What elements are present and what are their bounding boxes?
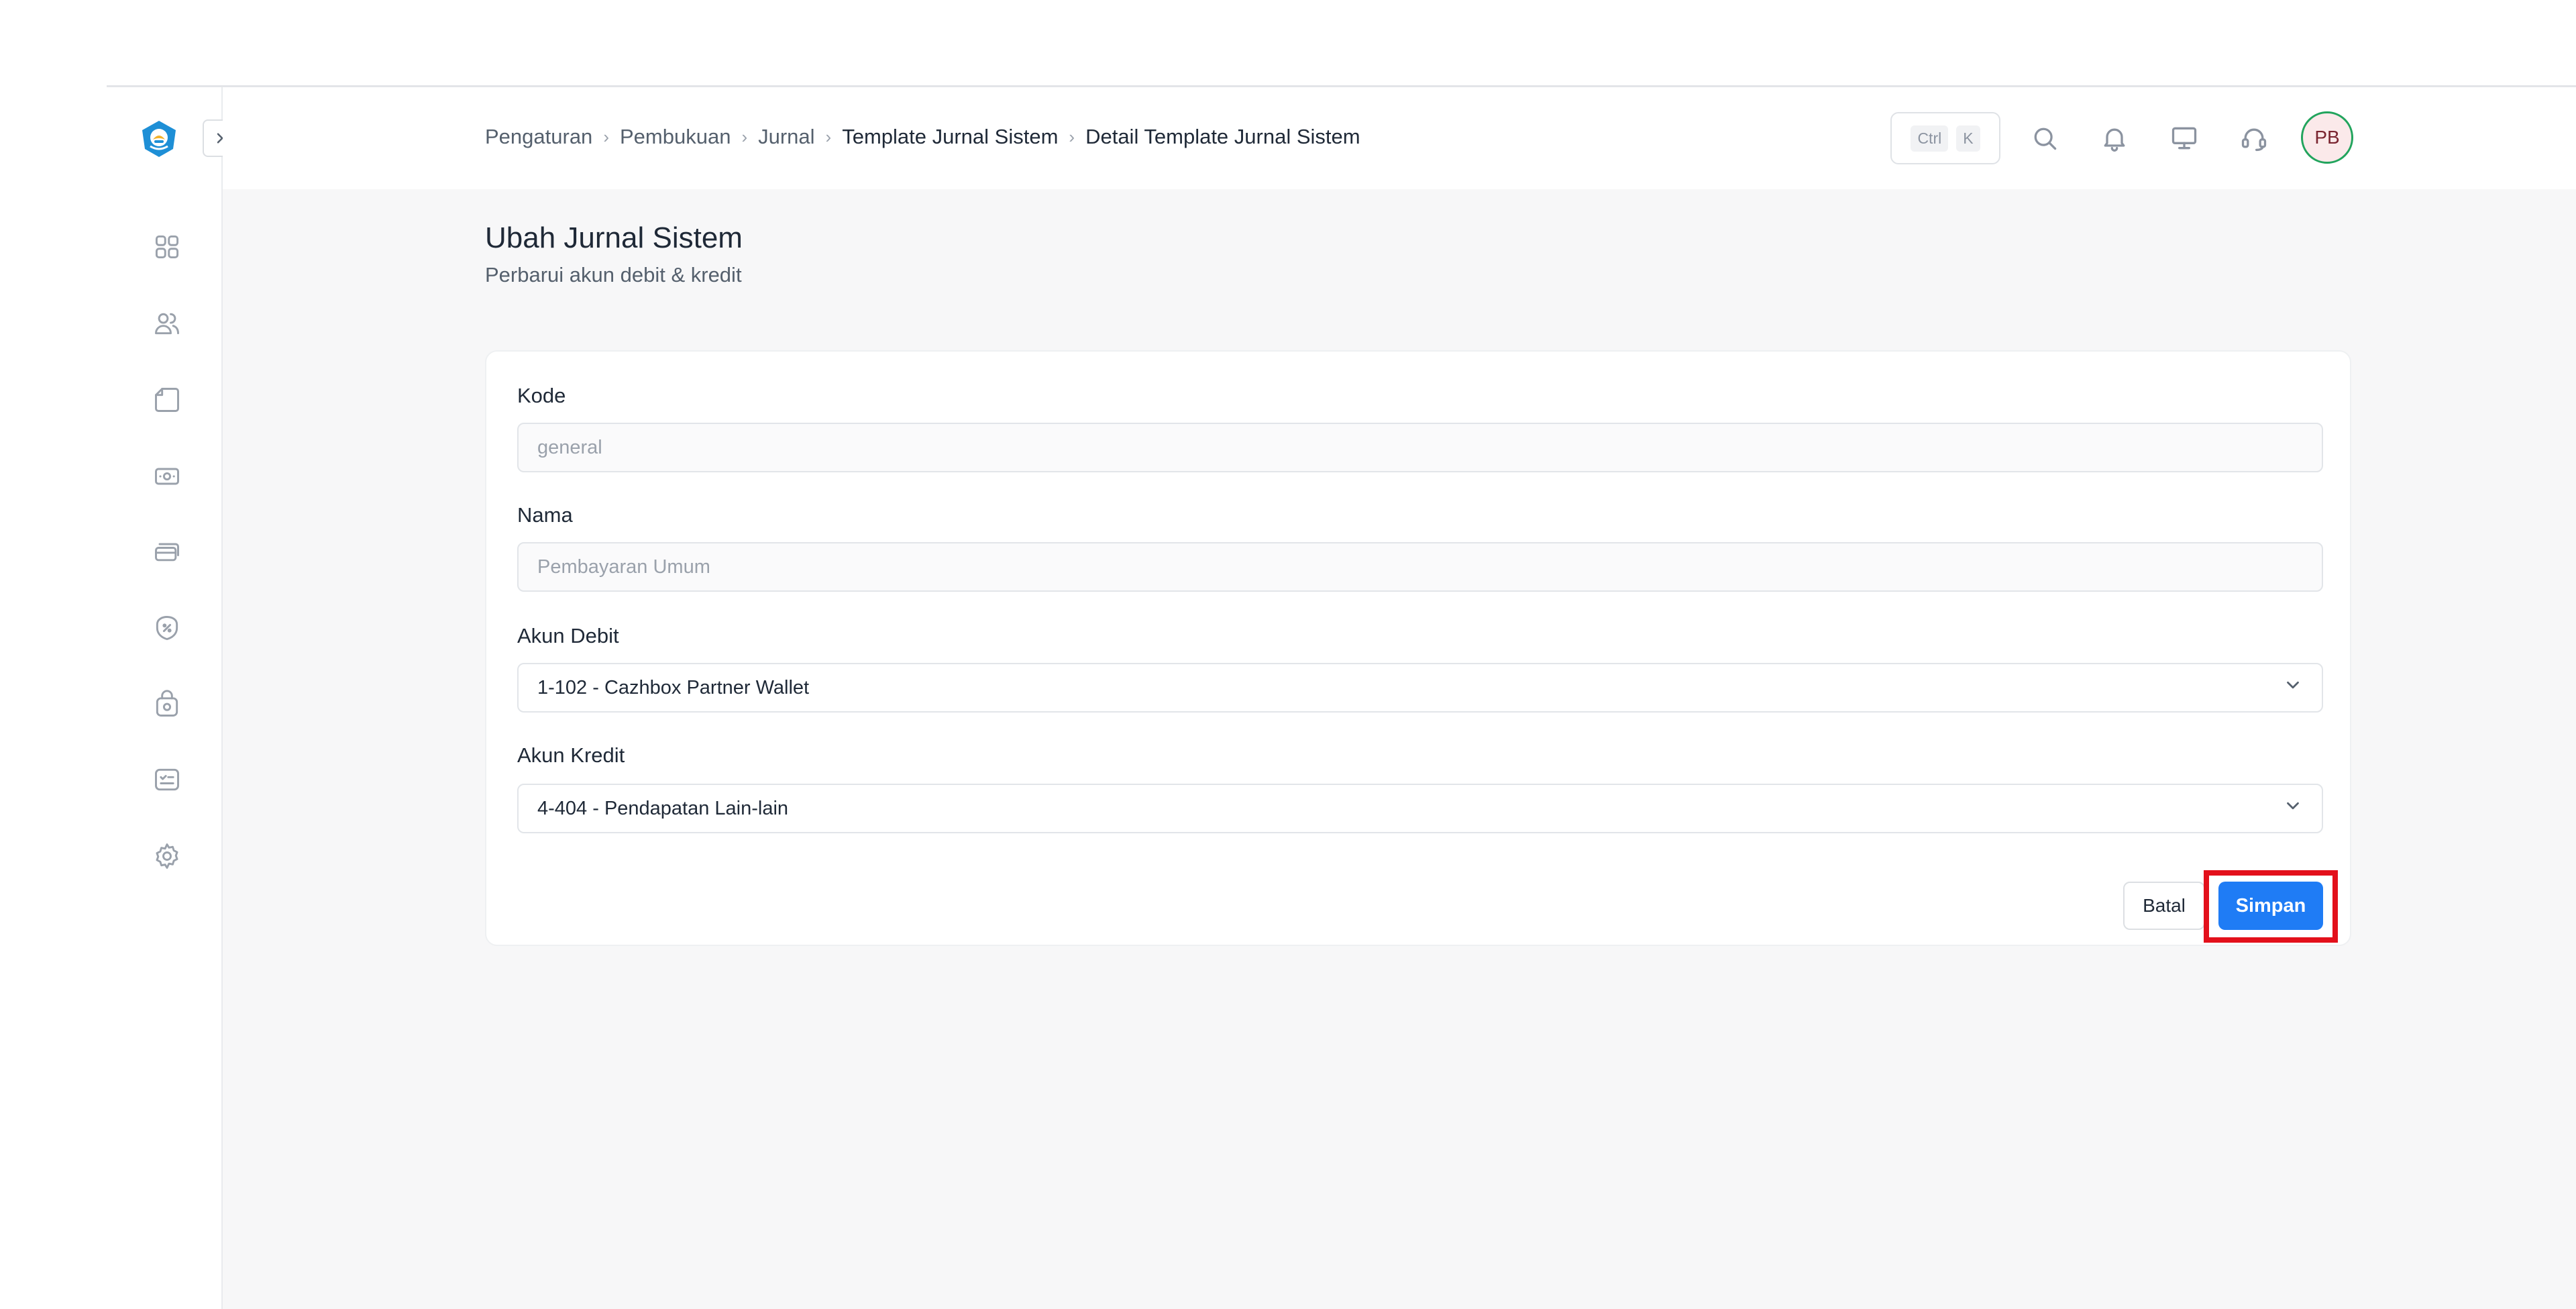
kode-label: Kode — [517, 384, 566, 407]
chevron-down-icon — [2283, 796, 2303, 821]
cash-icon[interactable] — [151, 460, 183, 492]
save-button[interactable]: Simpan — [2218, 882, 2323, 930]
gear-icon[interactable] — [151, 840, 183, 872]
breadcrumb-item-pengaturan[interactable]: Pengaturan — [485, 125, 592, 149]
form-card: Kode general Nama Pembayaran Umum Akun D… — [485, 350, 2351, 946]
akun-kredit-value: 4-404 - Pendapatan Lain-lain — [537, 797, 789, 819]
nama-value: Pembayaran Umum — [537, 556, 710, 578]
checklist-icon[interactable] — [151, 764, 183, 796]
nama-field: Pembayaran Umum — [517, 542, 2323, 592]
bell-icon[interactable] — [2097, 121, 2132, 156]
breadcrumb: Pengaturan › Pembukuan › Jurnal › Templa… — [485, 125, 1360, 149]
app-logo[interactable] — [140, 119, 178, 158]
users-icon[interactable] — [151, 307, 183, 339]
akun-debit-label: Akun Debit — [517, 624, 619, 647]
search-icon[interactable] — [2027, 121, 2062, 156]
main-content: Ubah Jurnal Sistem Perbarui akun debit &… — [223, 189, 2576, 1309]
document-icon[interactable] — [151, 384, 183, 416]
breadcrumb-separator: › — [825, 126, 832, 147]
nama-label: Nama — [517, 503, 573, 527]
cancel-button[interactable]: Batal — [2123, 882, 2205, 930]
akun-kredit-label: Akun Kredit — [517, 743, 625, 767]
akun-kredit-select[interactable]: 4-404 - Pendapatan Lain-lain — [517, 784, 2323, 833]
akun-debit-value: 1-102 - Cazhbox Partner Wallet — [537, 676, 810, 698]
cards-icon[interactable] — [151, 535, 183, 568]
discount-badge-icon[interactable] — [151, 612, 183, 644]
page-subtitle: Perbarui akun debit & kredit — [485, 263, 742, 286]
sidebar — [107, 87, 223, 1309]
breadcrumb-separator: › — [603, 126, 609, 147]
breadcrumb-item-template-jurnal-sistem[interactable]: Template Jurnal Sistem — [842, 125, 1058, 149]
shortcut-key-ctrl: Ctrl — [1911, 125, 1949, 152]
breadcrumb-separator: › — [1069, 126, 1075, 147]
breadcrumb-item-pembukuan[interactable]: Pembukuan — [620, 125, 731, 149]
kode-value: general — [537, 436, 602, 458]
monitor-icon[interactable] — [2167, 121, 2202, 156]
kode-field: general — [517, 423, 2323, 472]
chevron-down-icon — [2283, 675, 2303, 700]
headset-icon[interactable] — [2237, 121, 2271, 156]
command-palette-shortcut[interactable]: Ctrl K — [1890, 112, 2000, 164]
bag-icon[interactable] — [151, 688, 183, 721]
top-header: Pengaturan › Pembukuan › Jurnal › Templa… — [223, 87, 2576, 189]
breadcrumb-separator: › — [741, 126, 748, 147]
breadcrumb-item-jurnal[interactable]: Jurnal — [758, 125, 814, 149]
avatar[interactable]: PB — [2301, 111, 2353, 164]
page-title: Ubah Jurnal Sistem — [485, 221, 743, 254]
breadcrumb-item-current: Detail Template Jurnal Sistem — [1085, 125, 1360, 148]
akun-debit-select[interactable]: 1-102 - Cazhbox Partner Wallet — [517, 663, 2323, 713]
shortcut-key-k: K — [1956, 125, 1980, 152]
dashboard-grid-icon[interactable] — [151, 231, 183, 263]
